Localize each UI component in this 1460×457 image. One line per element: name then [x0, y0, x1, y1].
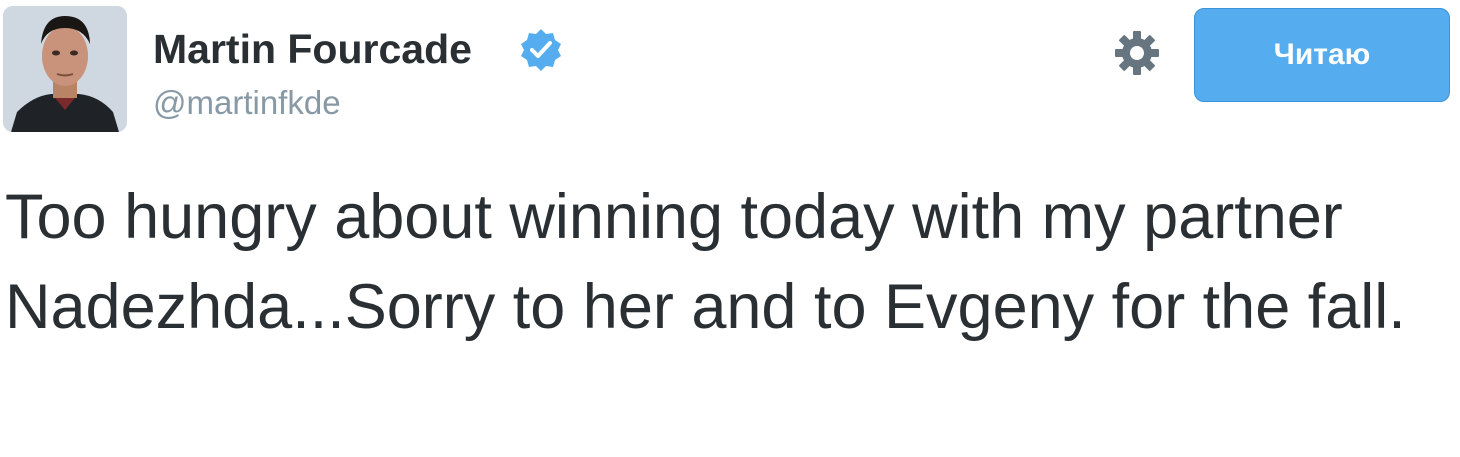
- user-handle[interactable]: @martinfkde: [153, 84, 341, 122]
- user-fullname[interactable]: Martin Fourcade: [153, 26, 472, 73]
- tweet-text: Too hungry about winning today with my p…: [5, 182, 1406, 342]
- follow-button[interactable]: Читаю: [1194, 8, 1450, 102]
- gear-icon[interactable]: [1113, 29, 1161, 77]
- verified-badge-icon: [521, 29, 561, 71]
- tweet-card: Martin Fourcade @martinfkde Читаю Too hu…: [0, 0, 1460, 457]
- avatar[interactable]: [3, 6, 127, 132]
